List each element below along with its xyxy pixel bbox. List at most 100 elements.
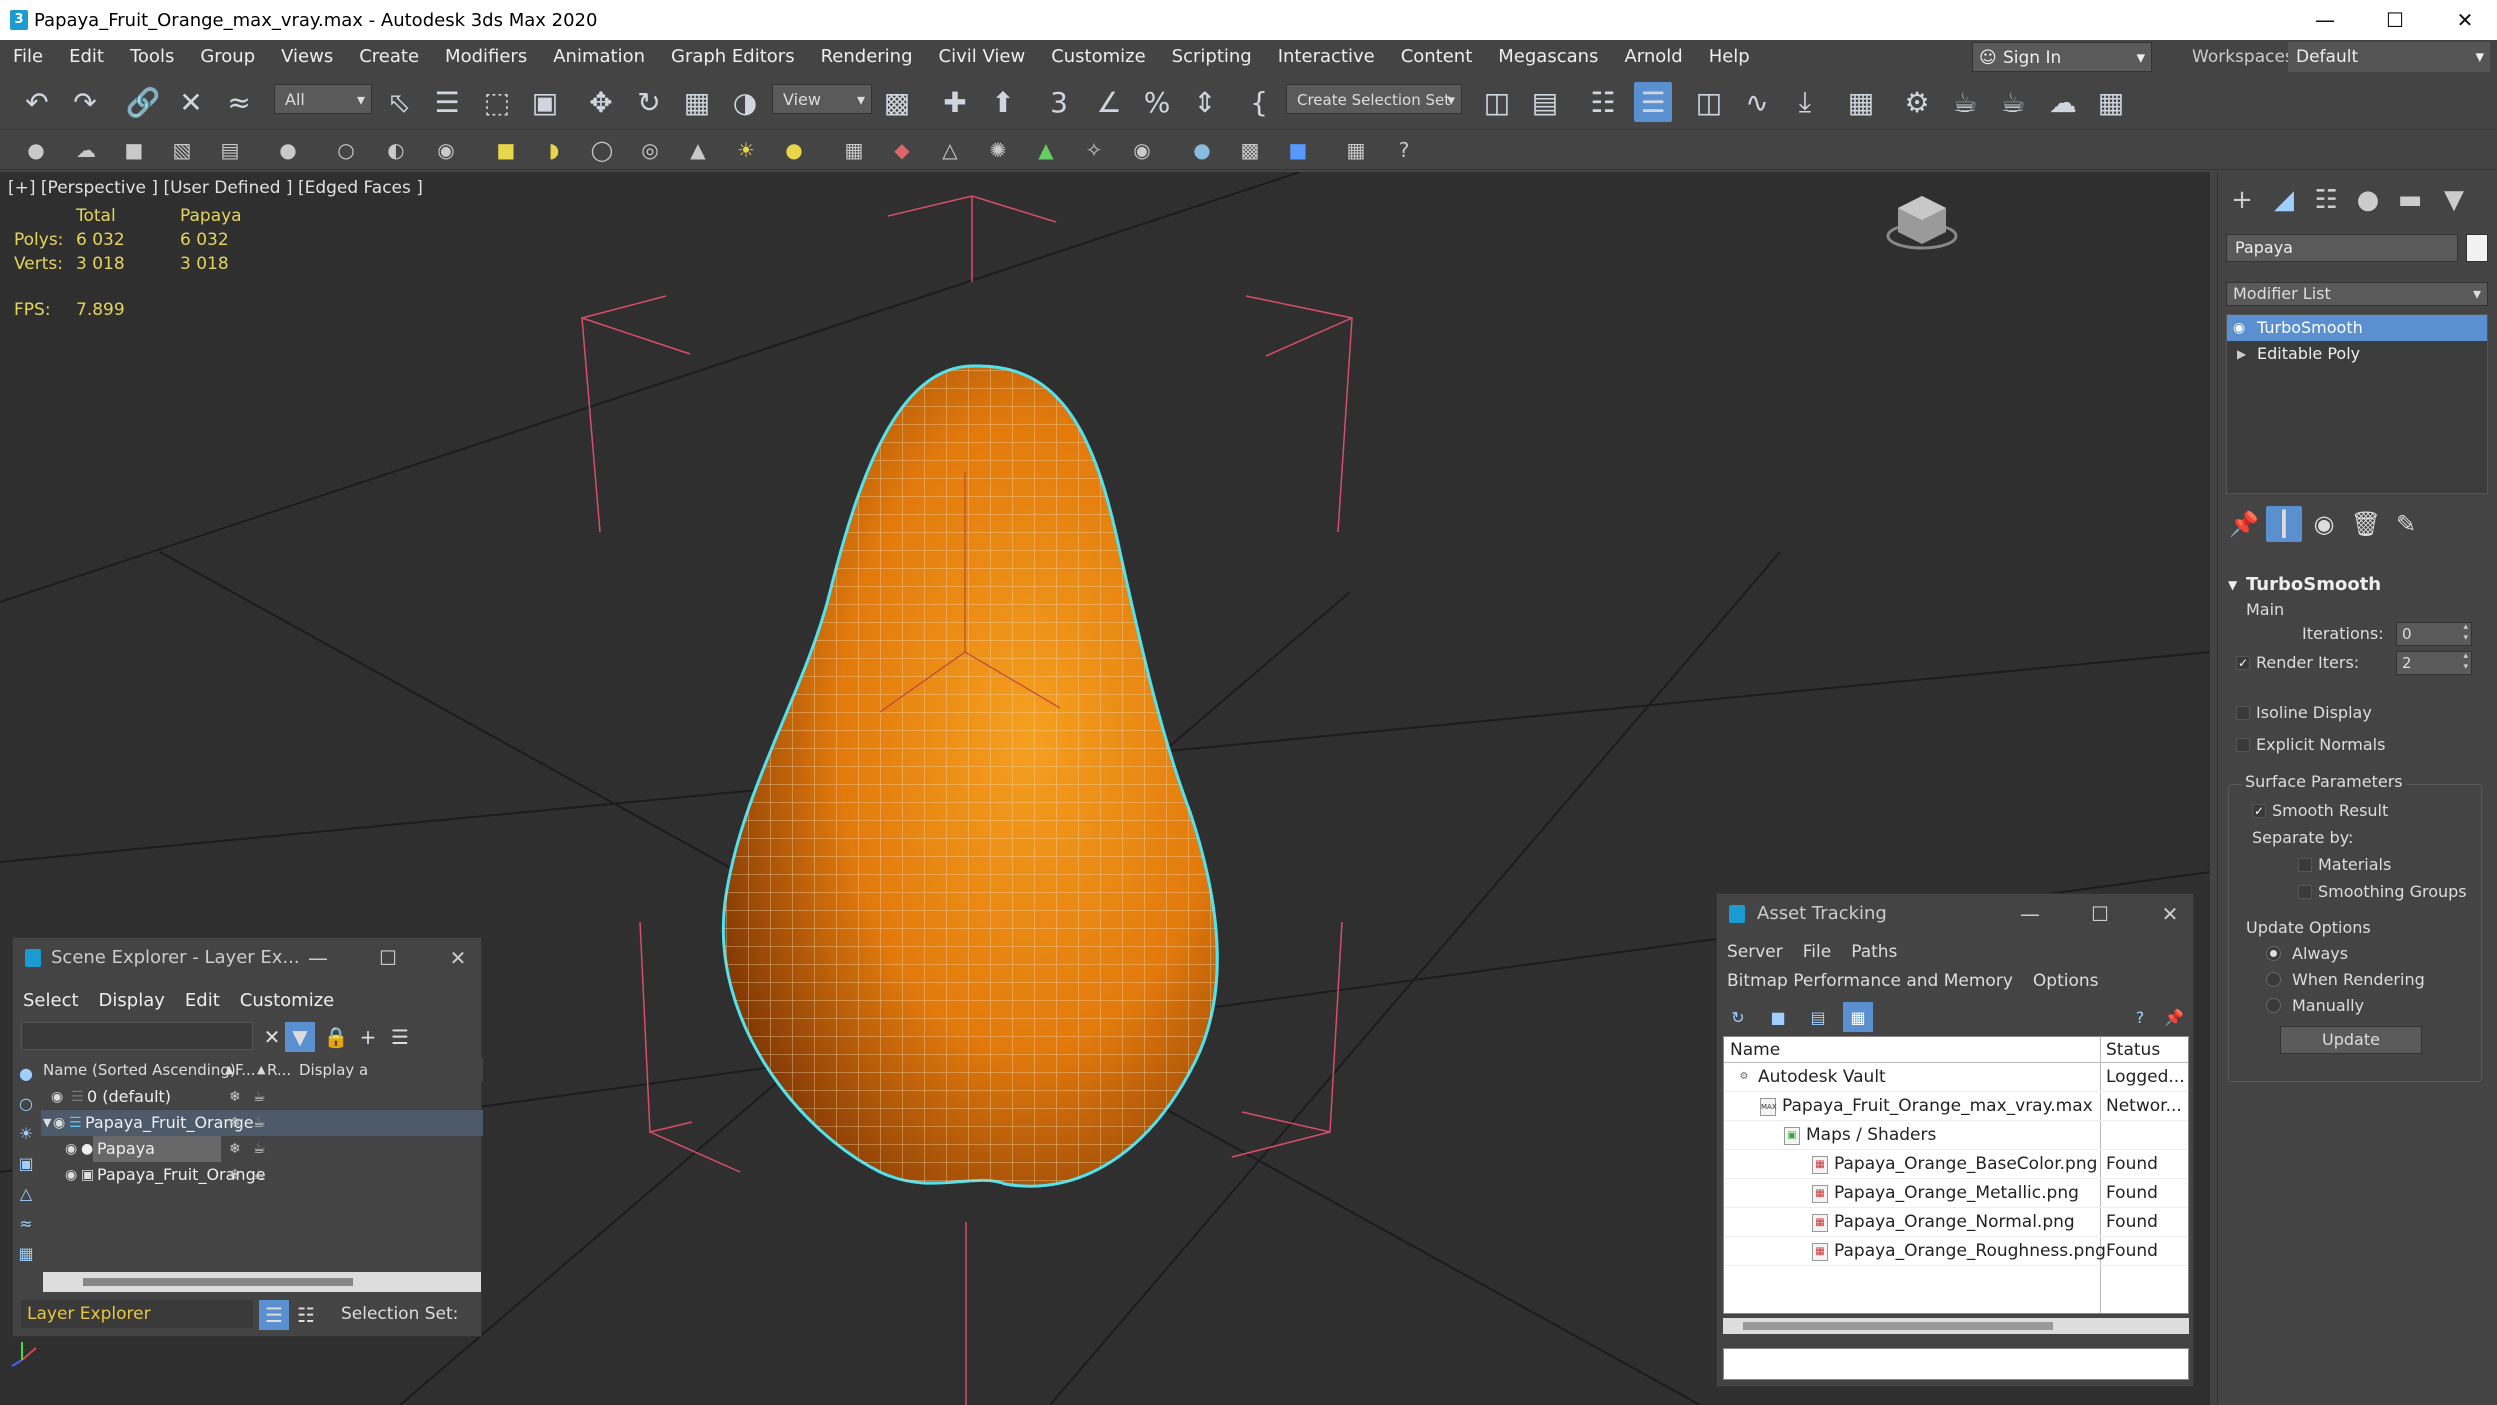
menu-interactive[interactable]: Interactive (1265, 40, 1388, 74)
select-by-name-icon[interactable]: ☰ (428, 82, 466, 122)
menu-display[interactable]: Display (89, 986, 175, 1016)
modifier-list-dropdown[interactable]: Modifier List (2226, 282, 2488, 306)
render-icon[interactable]: ☕ (253, 1084, 266, 1110)
material-editor-icon[interactable]: ▦ (1842, 82, 1880, 122)
schematic-view-icon[interactable]: ⤓ (1786, 82, 1824, 122)
menu-file[interactable]: File (0, 40, 56, 74)
create-tab-icon[interactable]: + (2222, 182, 2262, 218)
rendered-frame-window-icon[interactable]: ☕ (1946, 82, 1984, 122)
menu-bitmap-performance[interactable]: Bitmap Performance and Memory (1717, 967, 2023, 995)
vray-sphere-icon[interactable]: ● (778, 134, 810, 166)
space-warps-filter-icon[interactable]: ≈ (13, 1208, 39, 1238)
angle-snap-icon[interactable]: ∠ (1090, 82, 1128, 122)
vray-bake-icon[interactable]: ■ (1282, 134, 1314, 166)
display-tab-icon[interactable]: ▬ (2390, 182, 2430, 218)
edit-named-selection-icon[interactable]: { (1240, 82, 1278, 122)
freeze-icon[interactable]: ❄ (229, 1110, 241, 1136)
hierarchy-tab-icon[interactable]: ☷ (2306, 182, 2346, 218)
selection-filter-dropdown[interactable]: All (274, 84, 372, 115)
smooth-result-checkbox[interactable]: ✓ (2252, 804, 2266, 818)
vray-fur-icon[interactable]: ▦ (838, 134, 870, 166)
freeze-icon[interactable]: ❄ (229, 1136, 241, 1162)
render-setup-icon[interactable]: ⚙ (1898, 82, 1936, 122)
menu-tools[interactable]: Tools (117, 40, 187, 74)
column-name[interactable]: Name (Sorted Ascending) (43, 1058, 236, 1082)
vray-decal-icon[interactable]: ▲ (1030, 134, 1062, 166)
horizontal-scrollbar[interactable] (43, 1272, 481, 1292)
hierarchy-mode-icon[interactable]: ☷ (291, 1300, 321, 1330)
vray-render-icon[interactable]: ● (20, 134, 52, 166)
tree-view-icon[interactable]: ▦ (1843, 1002, 1873, 1032)
eye-icon[interactable]: ◉ (65, 1162, 77, 1188)
explicit-normals-checkbox[interactable] (2236, 738, 2250, 752)
vray-tool-2-icon[interactable]: ◐ (380, 134, 412, 166)
manually-radio[interactable] (2266, 998, 2281, 1013)
minimize-button[interactable]: — (2290, 0, 2360, 40)
asset-path-field[interactable] (1723, 1348, 2189, 1380)
eye-icon[interactable]: ◉ (53, 1110, 65, 1136)
clear-search-icon[interactable]: ✕ (257, 1022, 287, 1052)
eye-icon[interactable]: ◉ (65, 1136, 77, 1162)
menu-create[interactable]: Create (346, 40, 432, 74)
vray-dome-light-icon[interactable]: ◗ (538, 134, 570, 166)
collapse-arrow-icon[interactable]: ▼ (43, 1110, 51, 1136)
scale-icon[interactable]: ▦ (678, 82, 716, 122)
menu-customize[interactable]: Customize (230, 986, 344, 1016)
asset-row[interactable]: ▦ Papaya_Orange_Metallic.png Found (1724, 1179, 2188, 1208)
asset-row[interactable]: MAX Papaya_Fruit_Orange_max_vray.max Net… (1724, 1092, 2188, 1121)
asset-row[interactable]: ▣ Maps / Shaders (1724, 1121, 2188, 1150)
redo-icon[interactable]: ↷ (66, 82, 104, 122)
stack-item-turbosmooth[interactable]: ◉ TurboSmooth (2227, 315, 2487, 341)
menu-group[interactable]: Group (187, 40, 268, 74)
create-layer-icon[interactable]: + (353, 1022, 383, 1052)
link-icon[interactable]: 🔗 (124, 82, 162, 122)
vray-mesh-clipper-icon[interactable]: ✺ (982, 134, 1014, 166)
pivot-center-icon[interactable]: ▩ (878, 82, 916, 122)
sign-in-dropdown[interactable]: ☺ Sign In ▾ (1972, 42, 2152, 72)
tree-row[interactable]: ◉ ● Papaya ❄ ☕ (41, 1136, 483, 1162)
menu-animation[interactable]: Animation (540, 40, 658, 74)
minimize-button[interactable]: — (295, 938, 341, 978)
spinner-snap-icon[interactable]: ⇕ (1186, 82, 1224, 122)
menu-edit[interactable]: Edit (56, 40, 117, 74)
light-lister-icon[interactable]: ● (272, 134, 304, 166)
align-icon[interactable]: ▤ (1526, 82, 1564, 122)
object-color-swatch[interactable] (2466, 234, 2488, 262)
shapes-filter-icon[interactable]: ○ (13, 1088, 39, 1118)
render-icon[interactable]: ☕ (253, 1162, 266, 1188)
stack-item-editable-poly[interactable]: ▶ Editable Poly (2227, 341, 2487, 367)
column-frozen[interactable]: F... (235, 1058, 256, 1082)
move-icon[interactable]: ✥ (582, 82, 620, 122)
render-production-icon[interactable]: ☕ (1994, 82, 2032, 122)
render-iters-spinner[interactable]: 2 (2396, 651, 2472, 675)
groups-filter-icon[interactable]: ▦ (13, 1238, 39, 1268)
window-crossing-icon[interactable]: ▣ (526, 82, 564, 122)
vray-settings-icon[interactable]: ▦ (1340, 134, 1372, 166)
cameras-filter-icon[interactable]: ▣ (13, 1148, 39, 1178)
vray-tool-1-icon[interactable]: ○ (330, 134, 362, 166)
motion-tab-icon[interactable]: ● (2348, 182, 2388, 218)
iterations-spinner[interactable]: 0 (2396, 622, 2472, 646)
curve-editor-icon[interactable]: ∿ (1738, 82, 1776, 122)
menu-content[interactable]: Content (1388, 40, 1486, 74)
isoline-display-checkbox[interactable] (2236, 706, 2250, 720)
geometry-filter-icon[interactable]: ● (13, 1058, 39, 1088)
menu-options[interactable]: Options (2023, 967, 2109, 995)
utilities-tab-icon[interactable]: ▼ (2434, 182, 2474, 218)
render-icon[interactable]: ☕ (253, 1110, 266, 1136)
table-view-icon[interactable]: ▤ (1803, 1002, 1833, 1032)
helpers-filter-icon[interactable]: △ (13, 1178, 39, 1208)
menu-megascans[interactable]: Megascans (1485, 40, 1611, 74)
explorer-mode-dropdown[interactable]: Layer Explorer (21, 1300, 253, 1328)
render-in-cloud-icon[interactable]: ☁ (2044, 82, 2082, 122)
menu-edit[interactable]: Edit (175, 986, 230, 1016)
minimize-button[interactable]: — (2007, 894, 2053, 934)
vray-enmesh-icon[interactable]: ◉ (1126, 134, 1158, 166)
vray-ambient-light-icon[interactable]: ◎ (634, 134, 666, 166)
unlink-icon[interactable]: ✕ (172, 82, 210, 122)
maximize-button[interactable]: ☐ (2077, 894, 2123, 934)
pin-icon[interactable]: 📌 (2159, 1002, 2189, 1032)
asset-tracking-titlebar[interactable]: Asset Tracking — ☐ ✕ (1717, 894, 2195, 934)
close-button[interactable]: ✕ (2430, 0, 2497, 40)
workspace-select[interactable]: Default ▾ (2288, 42, 2490, 72)
